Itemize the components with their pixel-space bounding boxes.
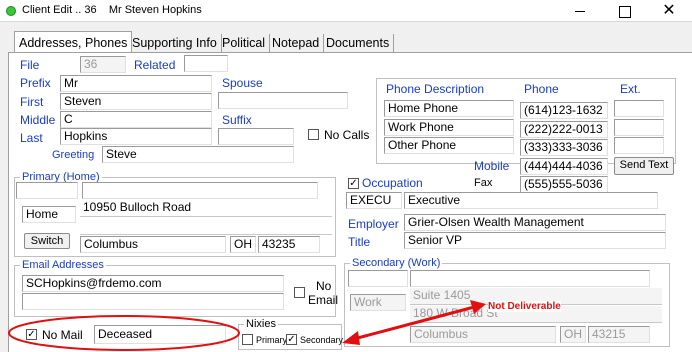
annotation-overlay — [8, 300, 486, 351]
arrowhead-right-icon — [470, 300, 486, 314]
highlight-ellipse — [8, 315, 240, 351]
annotation-arrow — [349, 304, 479, 342]
arrowhead-left-icon — [342, 331, 360, 345]
